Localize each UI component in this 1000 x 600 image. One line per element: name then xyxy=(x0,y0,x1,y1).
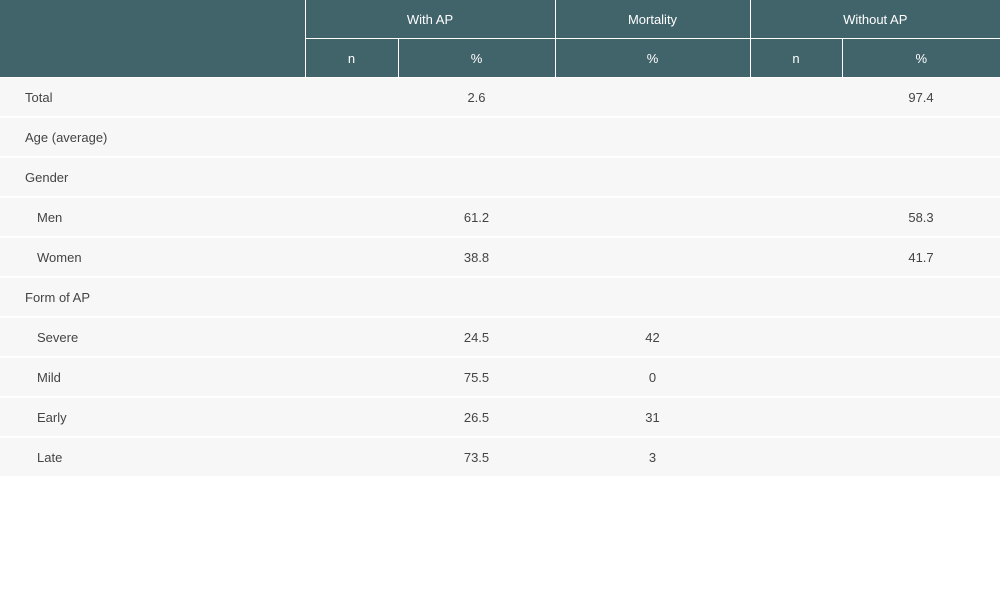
table-row: Gender xyxy=(0,157,1000,198)
cell-without-ap-n xyxy=(750,397,842,438)
cell-with-ap-percent: 75.5 xyxy=(398,357,555,398)
table-row: Early 26.5 31 xyxy=(0,397,1000,438)
header-without-ap-percent: % xyxy=(841,38,1000,78)
cell-without-ap-percent xyxy=(842,317,1000,358)
cell-with-ap-percent: 73.5 xyxy=(398,437,555,478)
header-without-ap-n: n xyxy=(749,38,843,78)
header-row-groups: With AP Mortality Without AP xyxy=(0,0,1000,78)
row-label: Severe xyxy=(0,317,305,358)
cell-mortality-percent xyxy=(555,157,750,198)
cell-without-ap-percent: 58.3 xyxy=(842,197,1000,238)
cell-without-ap-n xyxy=(750,197,842,238)
data-table: With AP Mortality Without AP n % % n % T… xyxy=(0,0,1000,478)
cell-mortality-percent xyxy=(555,117,750,158)
row-label: Form of AP xyxy=(0,277,305,318)
row-label: Late xyxy=(0,437,305,478)
cell-mortality-percent: 3 xyxy=(555,437,750,478)
table-row: Women 38.8 41.7 xyxy=(0,237,1000,278)
table-row: Severe 24.5 42 xyxy=(0,317,1000,358)
cell-without-ap-percent: 97.4 xyxy=(842,77,1000,118)
cell-with-ap-percent: 61.2 xyxy=(398,197,555,238)
cell-with-ap-percent: 26.5 xyxy=(398,397,555,438)
table-row: Mild 75.5 0 xyxy=(0,357,1000,398)
cell-with-ap-percent: 24.5 xyxy=(398,317,555,358)
header-with-ap-n: n xyxy=(305,38,399,78)
row-label: Mild xyxy=(0,357,305,398)
table-header: With AP Mortality Without AP n % % n % xyxy=(0,0,1000,78)
table-row: Men 61.2 58.3 xyxy=(0,197,1000,238)
row-label: Gender xyxy=(0,157,305,198)
cell-without-ap-n xyxy=(750,357,842,398)
cell-with-ap-n xyxy=(305,117,398,158)
cell-without-ap-percent xyxy=(842,437,1000,478)
cell-with-ap-percent: 2.6 xyxy=(398,77,555,118)
table-body: Total 2.6 97.4 Age (average) Gender Men xyxy=(0,77,1000,478)
cell-with-ap-n xyxy=(305,277,398,318)
cell-mortality-percent: 42 xyxy=(555,317,750,358)
cell-with-ap-percent: 38.8 xyxy=(398,237,555,278)
cell-mortality-percent xyxy=(555,277,750,318)
cell-with-ap-percent xyxy=(398,117,555,158)
cell-with-ap-percent xyxy=(398,277,555,318)
cell-without-ap-n xyxy=(750,317,842,358)
header-with-ap: With AP xyxy=(304,0,556,39)
row-label: Men xyxy=(0,197,305,238)
cell-with-ap-n xyxy=(305,157,398,198)
table-row: Total 2.6 97.4 xyxy=(0,77,1000,118)
cell-without-ap-n xyxy=(750,437,842,478)
cell-without-ap-n xyxy=(750,157,842,198)
cell-with-ap-n xyxy=(305,317,398,358)
cell-mortality-percent xyxy=(555,197,750,238)
cell-without-ap-percent xyxy=(842,397,1000,438)
cell-without-ap-n xyxy=(750,77,842,118)
cell-without-ap-percent xyxy=(842,157,1000,198)
header-with-ap-percent: % xyxy=(397,38,556,78)
row-label: Age (average) xyxy=(0,117,305,158)
cell-with-ap-n xyxy=(305,437,398,478)
table-row: Late 73.5 3 xyxy=(0,437,1000,478)
cell-without-ap-n xyxy=(750,117,842,158)
cell-without-ap-percent xyxy=(842,277,1000,318)
table-row: Age (average) xyxy=(0,117,1000,158)
cell-without-ap-percent: 41.7 xyxy=(842,237,1000,278)
cell-with-ap-n xyxy=(305,237,398,278)
row-label: Early xyxy=(0,397,305,438)
cell-without-ap-percent xyxy=(842,357,1000,398)
header-without-ap: Without AP xyxy=(749,0,1000,39)
cell-mortality-percent: 0 xyxy=(555,357,750,398)
table-row: Form of AP xyxy=(0,277,1000,318)
cell-without-ap-n xyxy=(750,277,842,318)
cell-mortality-percent: 31 xyxy=(555,397,750,438)
cell-with-ap-percent xyxy=(398,157,555,198)
cell-mortality-percent xyxy=(555,237,750,278)
header-mortality-percent: % xyxy=(554,38,751,78)
header-blank-cell xyxy=(0,0,306,78)
cell-with-ap-n xyxy=(305,397,398,438)
header-mortality: Mortality xyxy=(554,0,751,39)
cell-mortality-percent xyxy=(555,77,750,118)
cell-with-ap-n xyxy=(305,197,398,238)
cell-with-ap-n xyxy=(305,77,398,118)
cell-without-ap-percent xyxy=(842,117,1000,158)
row-label: Women xyxy=(0,237,305,278)
row-label: Total xyxy=(0,77,305,118)
cell-without-ap-n xyxy=(750,237,842,278)
cell-with-ap-n xyxy=(305,357,398,398)
